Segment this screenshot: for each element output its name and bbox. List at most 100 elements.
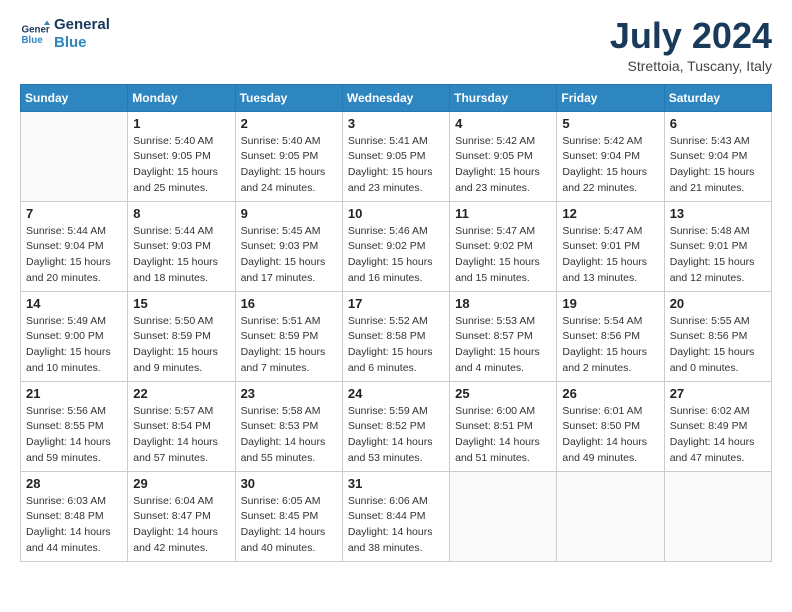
- header: General Blue General Blue July 2024 Stre…: [20, 16, 772, 74]
- day-info: Sunrise: 6:06 AMSunset: 8:44 PMDaylight:…: [348, 494, 444, 557]
- day-info: Sunrise: 6:04 AMSunset: 8:47 PMDaylight:…: [133, 494, 229, 557]
- calendar-week-1: 1 Sunrise: 5:40 AMSunset: 9:05 PMDaylight…: [21, 111, 772, 201]
- day-info: Sunrise: 5:57 AMSunset: 8:54 PMDaylight:…: [133, 404, 229, 467]
- day-number: 15: [133, 296, 229, 311]
- header-sunday: Sunday: [21, 84, 128, 111]
- day-info: Sunrise: 6:01 AMSunset: 8:50 PMDaylight:…: [562, 404, 658, 467]
- day-number: 3: [348, 116, 444, 131]
- calendar-cell: 6Sunrise: 5:43 AMSunset: 9:04 PMDaylight…: [664, 111, 771, 201]
- logo: General Blue General Blue: [20, 16, 110, 52]
- day-info: Sunrise: 6:02 AMSunset: 8:49 PMDaylight:…: [670, 404, 766, 467]
- day-info: Sunrise: 5:42 AMSunset: 9:04 PMDaylight:…: [562, 134, 658, 197]
- svg-text:General: General: [22, 25, 51, 36]
- day-number: 6: [670, 116, 766, 131]
- day-info: Sunrise: 5:40 AMSunset: 9:05 PMDaylight:…: [133, 134, 229, 197]
- calendar-cell: 8 Sunrise: 5:44 AMSunset: 9:03 PMDaylight…: [128, 201, 235, 291]
- day-info: Sunrise: 5:51 AMSunset: 8:59 PMDaylight:…: [241, 314, 337, 377]
- calendar-cell: 17 Sunrise: 5:52 AMSunset: 8:58 PMDayligh…: [342, 291, 449, 381]
- day-info: Sunrise: 5:45 AMSunset: 9:03 PMDaylight:…: [241, 224, 337, 287]
- day-info: Sunrise: 5:52 AMSunset: 8:58 PMDaylight:…: [348, 314, 444, 377]
- day-number: 20: [670, 296, 766, 311]
- calendar-cell: [21, 111, 128, 201]
- calendar-week-4: 21Sunrise: 5:56 AMSunset: 8:55 PMDayligh…: [21, 381, 772, 471]
- day-number: 17: [348, 296, 444, 311]
- calendar-week-5: 28 Sunrise: 6:03 AMSunset: 8:48 PMDayligh…: [21, 471, 772, 561]
- day-number: 23: [241, 386, 337, 401]
- day-number: 31: [348, 476, 444, 491]
- day-info: Sunrise: 5:55 AMSunset: 8:56 PMDaylight:…: [670, 314, 766, 377]
- calendar-cell: 26 Sunrise: 6:01 AMSunset: 8:50 PMDayligh…: [557, 381, 664, 471]
- calendar-cell: 16 Sunrise: 5:51 AMSunset: 8:59 PMDayligh…: [235, 291, 342, 381]
- header-saturday: Saturday: [664, 84, 771, 111]
- day-number: 10: [348, 206, 444, 221]
- calendar-cell: 7 Sunrise: 5:44 AMSunset: 9:04 PMDaylight…: [21, 201, 128, 291]
- calendar-cell: 27 Sunrise: 6:02 AMSunset: 8:49 PMDayligh…: [664, 381, 771, 471]
- calendar-cell: [450, 471, 557, 561]
- calendar-cell: 11Sunrise: 5:47 AMSunset: 9:02 PMDayligh…: [450, 201, 557, 291]
- calendar-cell: 15 Sunrise: 5:50 AMSunset: 8:59 PMDayligh…: [128, 291, 235, 381]
- calendar-week-2: 7 Sunrise: 5:44 AMSunset: 9:04 PMDaylight…: [21, 201, 772, 291]
- day-info: Sunrise: 5:47 AMSunset: 9:01 PMDaylight:…: [562, 224, 658, 287]
- calendar-cell: 5 Sunrise: 5:42 AMSunset: 9:04 PMDaylight…: [557, 111, 664, 201]
- day-number: 29: [133, 476, 229, 491]
- header-wednesday: Wednesday: [342, 84, 449, 111]
- day-info: Sunrise: 5:44 AMSunset: 9:04 PMDaylight:…: [26, 224, 122, 287]
- day-number: 8: [133, 206, 229, 221]
- calendar-cell: 22 Sunrise: 5:57 AMSunset: 8:54 PMDayligh…: [128, 381, 235, 471]
- day-number: 18: [455, 296, 551, 311]
- header-friday: Friday: [557, 84, 664, 111]
- calendar-cell: 19Sunrise: 5:54 AMSunset: 8:56 PMDayligh…: [557, 291, 664, 381]
- day-info: Sunrise: 6:05 AMSunset: 8:45 PMDaylight:…: [241, 494, 337, 557]
- calendar-cell: 10 Sunrise: 5:46 AMSunset: 9:02 PMDayligh…: [342, 201, 449, 291]
- day-info: Sunrise: 5:46 AMSunset: 9:02 PMDaylight:…: [348, 224, 444, 287]
- calendar-cell: 24Sunrise: 5:59 AMSunset: 8:52 PMDayligh…: [342, 381, 449, 471]
- day-info: Sunrise: 5:53 AMSunset: 8:57 PMDaylight:…: [455, 314, 551, 377]
- day-number: 28: [26, 476, 122, 491]
- calendar-cell: 31 Sunrise: 6:06 AMSunset: 8:44 PMDayligh…: [342, 471, 449, 561]
- day-number: 22: [133, 386, 229, 401]
- day-number: 14: [26, 296, 122, 311]
- day-number: 12: [562, 206, 658, 221]
- calendar-cell: 28 Sunrise: 6:03 AMSunset: 8:48 PMDayligh…: [21, 471, 128, 561]
- day-number: 27: [670, 386, 766, 401]
- logo-icon: General Blue: [20, 19, 50, 49]
- calendar-cell: 1 Sunrise: 5:40 AMSunset: 9:05 PMDaylight…: [128, 111, 235, 201]
- day-number: 4: [455, 116, 551, 131]
- calendar-cell: 2 Sunrise: 5:40 AMSunset: 9:05 PMDaylight…: [235, 111, 342, 201]
- calendar-cell: 12 Sunrise: 5:47 AMSunset: 9:01 PMDayligh…: [557, 201, 664, 291]
- calendar-cell: 9 Sunrise: 5:45 AMSunset: 9:03 PMDaylight…: [235, 201, 342, 291]
- calendar-cell: 23 Sunrise: 5:58 AMSunset: 8:53 PMDayligh…: [235, 381, 342, 471]
- title-block: July 2024 Strettoia, Tuscany, Italy: [610, 16, 772, 74]
- calendar-cell: 30 Sunrise: 6:05 AMSunset: 8:45 PMDayligh…: [235, 471, 342, 561]
- day-number: 13: [670, 206, 766, 221]
- calendar-cell: 18 Sunrise: 5:53 AMSunset: 8:57 PMDayligh…: [450, 291, 557, 381]
- day-number: 24: [348, 386, 444, 401]
- day-number: 21: [26, 386, 122, 401]
- day-info: Sunrise: 5:48 AMSunset: 9:01 PMDaylight:…: [670, 224, 766, 287]
- header-thursday: Thursday: [450, 84, 557, 111]
- day-info: Sunrise: 5:50 AMSunset: 8:59 PMDaylight:…: [133, 314, 229, 377]
- calendar-header-row: SundayMondayTuesdayWednesdayThursdayFrid…: [21, 84, 772, 111]
- header-monday: Monday: [128, 84, 235, 111]
- day-number: 9: [241, 206, 337, 221]
- day-info: Sunrise: 5:40 AMSunset: 9:05 PMDaylight:…: [241, 134, 337, 197]
- day-number: 7: [26, 206, 122, 221]
- day-number: 19: [562, 296, 658, 311]
- day-info: Sunrise: 6:03 AMSunset: 8:48 PMDaylight:…: [26, 494, 122, 557]
- logo-general: General: [54, 16, 110, 34]
- day-info: Sunrise: 5:58 AMSunset: 8:53 PMDaylight:…: [241, 404, 337, 467]
- day-number: 1: [133, 116, 229, 131]
- calendar-cell: 4Sunrise: 5:42 AMSunset: 9:05 PMDaylight…: [450, 111, 557, 201]
- day-number: 30: [241, 476, 337, 491]
- day-info: Sunrise: 5:44 AMSunset: 9:03 PMDaylight:…: [133, 224, 229, 287]
- day-number: 5: [562, 116, 658, 131]
- day-number: 25: [455, 386, 551, 401]
- calendar-table: SundayMondayTuesdayWednesdayThursdayFrid…: [20, 84, 772, 562]
- day-number: 16: [241, 296, 337, 311]
- day-info: Sunrise: 5:47 AMSunset: 9:02 PMDaylight:…: [455, 224, 551, 287]
- day-info: Sunrise: 5:49 AMSunset: 9:00 PMDaylight:…: [26, 314, 122, 377]
- calendar-cell: 14 Sunrise: 5:49 AMSunset: 9:00 PMDayligh…: [21, 291, 128, 381]
- day-number: 26: [562, 386, 658, 401]
- header-tuesday: Tuesday: [235, 84, 342, 111]
- day-number: 2: [241, 116, 337, 131]
